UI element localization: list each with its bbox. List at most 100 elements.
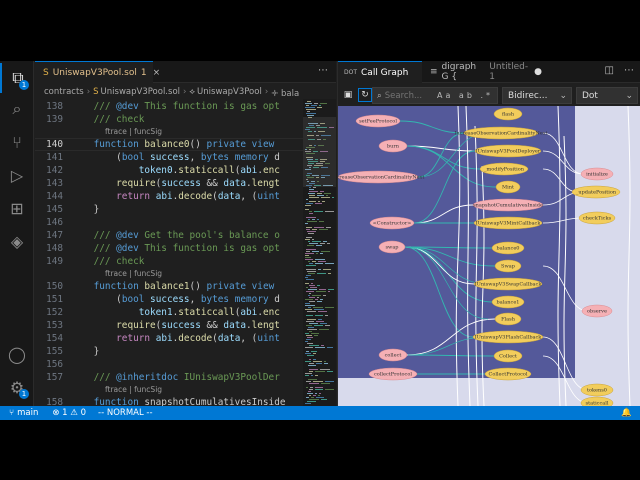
code-line[interactable]: 153 require(success && data.lengt [35, 319, 303, 332]
code-line[interactable]: 154 return abi.decode(data, (uint [35, 332, 303, 345]
call-graph-svg[interactable]: flash setFeeProtocol IncreaseObservationCa… [338, 106, 640, 406]
code-line[interactable]: 150 function balance1() private view [35, 280, 303, 293]
code-line[interactable]: 140 function balance0() private view [35, 138, 303, 151]
code-text: token0.staticcall(abi.enc [138, 165, 280, 176]
branch-indicator[interactable]: ⑂ main [9, 408, 38, 418]
graph-node[interactable]: IUniswapV3FlashCallback [472, 330, 544, 344]
minimap-line [309, 297, 315, 298]
breadcrumb-folder[interactable]: contracts [44, 87, 84, 97]
graph-node[interactable]: Collect [493, 349, 523, 363]
graph-toolbar: ▣ ↻ ⌕ Aa ab .* Bidirec... ⌄ Dot ⌄ [338, 84, 640, 106]
ethereum-icon[interactable]: ◈ [0, 226, 34, 256]
code-line[interactable]: 151 (bool success, bytes memory d [35, 293, 303, 306]
code-line[interactable]: 142 token0.staticcall(abi.enc [35, 164, 303, 177]
graph-node[interactable]: initialize [580, 167, 614, 181]
problems-indicator[interactable]: ⊗ 1 ⚠ 0 [52, 408, 86, 418]
search-icon[interactable]: ⌕ [0, 94, 34, 124]
source-control-icon[interactable]: ⑂ [0, 127, 34, 157]
notifications-bell-icon[interactable]: 🔔 [621, 408, 632, 418]
minimap-line [317, 285, 320, 286]
minimap-line [306, 387, 308, 388]
direction-select[interactable]: Bidirec... ⌄ [502, 87, 572, 104]
explorer-icon[interactable]: ⧉ 1 [0, 63, 34, 93]
minimap-line [309, 383, 319, 384]
graph-node[interactable]: flash [493, 107, 523, 121]
graph-node[interactable]: checkTicks [578, 211, 616, 225]
graph-node[interactable]: burn [378, 139, 408, 153]
graph-node[interactable]: _updatePosition [571, 185, 621, 199]
minimap[interactable] [303, 99, 336, 406]
search-options[interactable]: Aa ab .* [437, 91, 493, 100]
graph-node[interactable]: <Constructor> [369, 216, 415, 230]
graph-node[interactable]: IUniswapV3MintCallback [473, 216, 543, 230]
code-line[interactable]: 144 return abi.decode(data, (uint [35, 190, 303, 203]
graph-node[interactable]: tokens0 [580, 383, 614, 397]
code-line[interactable]: 152 token1.staticcall(abi.enc [35, 306, 303, 319]
graph-node[interactable]: snapshotCumulativesInside [472, 198, 544, 212]
unsaved-dot-icon[interactable]: ● [534, 67, 542, 77]
tab-digraph[interactable]: ≡ digraph G { Untitled-1 ● [424, 61, 548, 83]
graph-node[interactable]: swap [378, 240, 406, 254]
graph-node[interactable]: setFeeProtocol [355, 114, 401, 128]
code-line[interactable]: 149 /// check [35, 255, 303, 268]
extensions-icon[interactable]: ⊞ [0, 193, 34, 223]
code-line[interactable]: 146 [35, 216, 303, 229]
graph-node[interactable]: IUniswapV3PoolDeployer [474, 144, 542, 158]
graph-node[interactable]: balance1 [491, 295, 525, 309]
breadcrumb-file[interactable]: UniswapV3Pool.sol [101, 87, 180, 97]
line-number: 141 [46, 152, 63, 163]
run-debug-icon[interactable]: ▷ [0, 160, 34, 190]
editor-more-actions-icon[interactable]: ⋯ [318, 65, 328, 76]
more-actions-icon[interactable]: ⋯ [624, 65, 634, 76]
graph-node[interactable]: Mint [495, 180, 521, 194]
split-editor-icon[interactable]: ◫ [605, 65, 614, 76]
code-line[interactable]: 157 /// @inheritdoc IUniswapV3PoolDer [35, 371, 303, 384]
codelens-ftrace[interactable]: ftrace | funcSig [105, 126, 162, 138]
graph-node[interactable]: observe [581, 304, 613, 318]
graph-node-label: swap [385, 245, 398, 251]
graph-node[interactable]: Swap [494, 259, 522, 273]
codelens-ftrace[interactable]: ftrace | funcSig [105, 268, 162, 280]
minimap-line [306, 335, 312, 336]
code-line[interactable]: 141 (bool success, bytes memory d [35, 151, 303, 164]
close-tab-icon[interactable]: × [153, 68, 161, 78]
minimap-line [313, 353, 316, 354]
code-line[interactable]: 156 [35, 358, 303, 371]
graph-node-label: _updatePosition [576, 190, 617, 196]
code-editor[interactable]: 138 /// @dev This function is gas opt 139… [35, 99, 303, 406]
tab-uniswapv3pool[interactable]: S UniswapV3Pool.sol 1 × [35, 61, 160, 83]
tab-call-graph[interactable]: DOT Call Graph [338, 61, 422, 83]
code-text: return abi.decode(data, (uint [116, 191, 280, 202]
code-line[interactable]: 145 } [35, 203, 303, 216]
graph-node[interactable]: balance0 [491, 241, 525, 255]
codelens-ftrace[interactable]: ftrace | funcSig [105, 384, 162, 396]
layout-select[interactable]: Dot ⌄ [576, 87, 638, 104]
graph-node-label: increaseObservationCardinalityNext [338, 175, 424, 181]
minimap-line [315, 393, 317, 394]
code-line[interactable]: 138 /// @dev This function is gas opt [35, 100, 303, 113]
graph-node[interactable]: _modifyPosition [479, 162, 529, 176]
minimap-viewport[interactable] [303, 117, 336, 187]
settings-gear-icon[interactable]: ⚙ 1 [0, 372, 34, 402]
refresh-icon[interactable]: ↻ [358, 88, 372, 102]
account-icon[interactable]: ◯ [0, 339, 34, 369]
minimap-line [324, 361, 326, 362]
call-graph-canvas[interactable]: flash setFeeProtocol IncreaseObservationCa… [338, 106, 640, 406]
graph-node[interactable]: collect [378, 348, 408, 362]
breadcrumb-symbol[interactable]: 🝊 bala [271, 84, 299, 99]
code-line[interactable]: 147 /// @dev Get the pool's balance o [35, 229, 303, 242]
minimap-line [310, 387, 313, 388]
graph-node[interactable]: collectProtocol [368, 367, 418, 381]
code-line[interactable]: 155 } [35, 345, 303, 358]
code-line[interactable]: 158 function snapshotCumulativesInside [35, 396, 303, 406]
code-line[interactable]: 143 require(success && data.lengt [35, 177, 303, 190]
minimap-line [306, 269, 316, 270]
code-line[interactable]: 139 /// check [35, 113, 303, 126]
save-graph-icon[interactable]: ▣ [341, 88, 355, 102]
graph-node[interactable]: CollectProtocol [484, 367, 532, 381]
code-line[interactable]: 148 /// @dev This function is gas opt [35, 242, 303, 255]
breadcrumb-contract[interactable]: UniswapV3Pool [197, 87, 262, 97]
graph-node[interactable]: IUniswapV3SwapCallback [473, 277, 542, 291]
graph-node[interactable]: Flash [494, 312, 522, 326]
minimap-line [313, 307, 323, 308]
